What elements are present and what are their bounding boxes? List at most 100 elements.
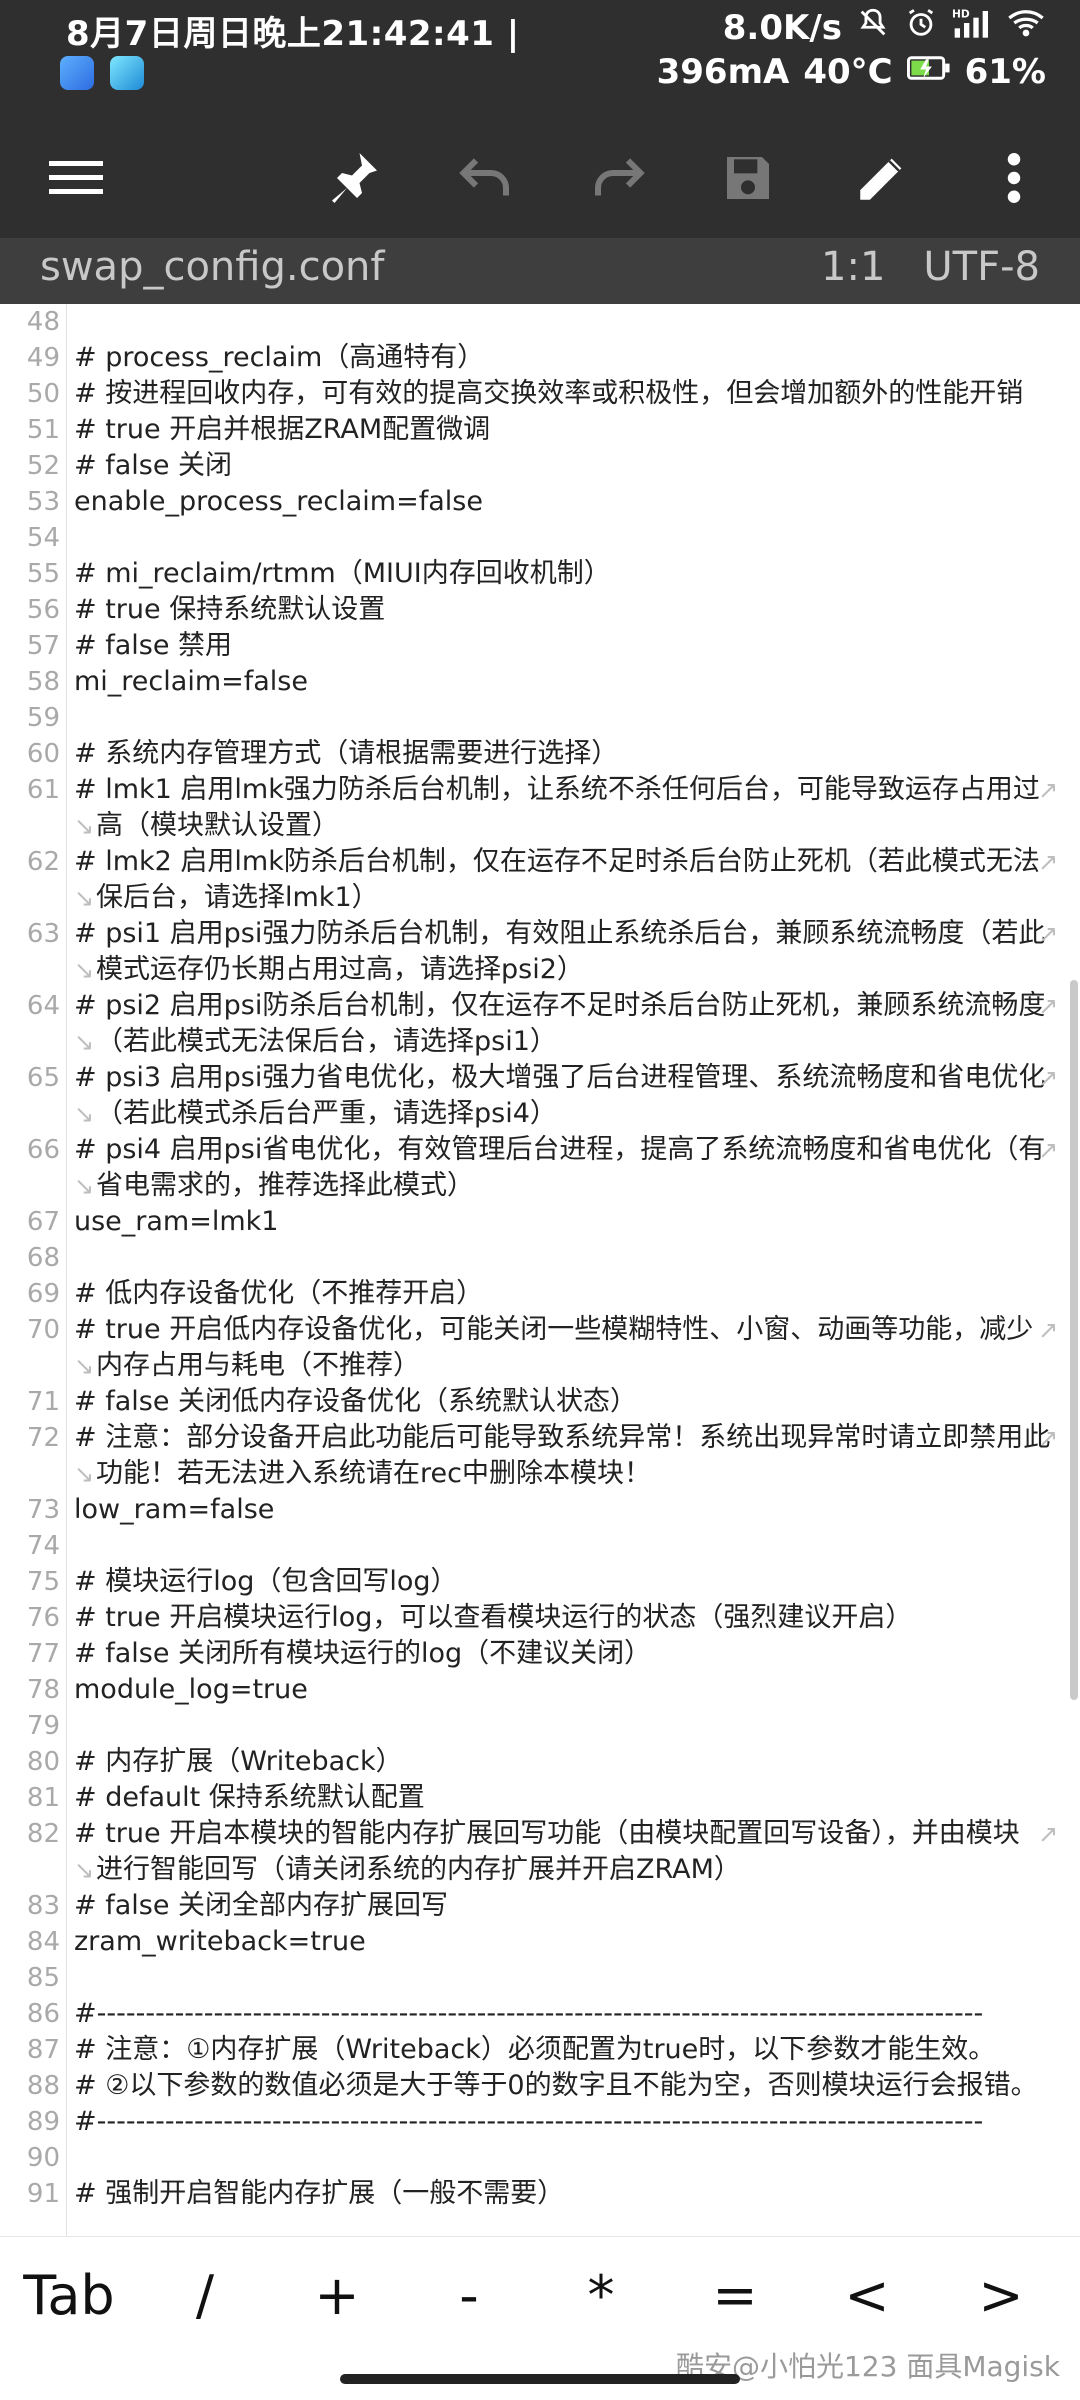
file-encoding[interactable]: UTF-8: [923, 244, 1040, 290]
key-tab[interactable]: Tab: [14, 2251, 124, 2341]
key-equals[interactable]: =: [690, 2251, 780, 2341]
editor-line-continuation[interactable]: 内存占用与耗电（不推荐） ↘: [0, 1348, 1080, 1384]
line-text: # psi2 启用psi防杀后台机制，仅在运存不足时杀后台防止死机，兼顾系统流畅…: [74, 990, 1046, 1021]
line-text: # 按进程回收内存，可有效的提高交换效率或积极性，但会增加额外的性能开销: [74, 378, 1024, 409]
line-text: # true 开启本模块的智能内存扩展回写功能（由模块配置回写设备），并由模块: [74, 1818, 1020, 1849]
editor-line[interactable]: 67 use_ram=lmk1: [0, 1204, 1080, 1240]
line-number: 54: [26, 523, 60, 553]
editor-line[interactable]: 82 # true 开启本模块的智能内存扩展回写功能（由模块配置回写设备），并由模…: [0, 1816, 1080, 1852]
key-asterisk[interactable]: *: [556, 2251, 646, 2341]
editor-line[interactable]: 52 # false 关闭: [0, 448, 1080, 484]
status-right-bottom: 396mA 40°C 61%: [657, 52, 1046, 92]
editor-line-continuation[interactable]: （若此模式无法保后台，请选择psi1） ↘: [0, 1024, 1080, 1060]
editor-line-continuation[interactable]: 省电需求的，推荐选择此模式） ↘: [0, 1168, 1080, 1204]
pin-icon[interactable]: [312, 138, 392, 218]
editor-line[interactable]: 87 # 注意：①内存扩展（Writeback）必须配置为true时，以下参数才能…: [0, 2032, 1080, 2068]
editor-line-continuation[interactable]: 功能！若无法进入系统请在rec中删除本模块！ ↘: [0, 1456, 1080, 1492]
editor-line[interactable]: 64 # psi2 启用psi防杀后台机制，仅在运存不足时杀后台防止死机，兼顾系统…: [0, 988, 1080, 1024]
editor-line[interactable]: 53 enable_process_reclaim=false: [0, 484, 1080, 520]
editor-line-continuation[interactable]: 保后台，请选择lmk1） ↘: [0, 880, 1080, 916]
soft-wrap-icon: ↗: [1038, 920, 1059, 948]
editor-line[interactable]: 69 # 低内存设备优化（不推荐开启）: [0, 1276, 1080, 1312]
editor-line[interactable]: 71 # false 关闭低内存设备优化（系统默认状态）: [0, 1384, 1080, 1420]
editor-line[interactable]: 79: [0, 1708, 1080, 1744]
line-number: 61: [26, 775, 60, 805]
line-number: 75: [26, 1567, 60, 1597]
editor-line[interactable]: 78 module_log=true: [0, 1672, 1080, 1708]
editor-line-continuation[interactable]: 高（模块默认设置） ↘: [0, 808, 1080, 844]
editor-line[interactable]: 91 # 强制开启智能内存扩展（一般不需要）: [0, 2176, 1080, 2212]
key-plus[interactable]: +: [292, 2251, 382, 2341]
editor-line[interactable]: 51 # true 开启并根据ZRAM配置微调: [0, 412, 1080, 448]
cursor-info: 1:1 UTF-8: [783, 244, 1040, 290]
key-minus[interactable]: -: [424, 2251, 514, 2341]
editor-line[interactable]: 66 # psi4 启用psi省电优化，有效管理后台进程，提高了系统流畅度和省电优…: [0, 1132, 1080, 1168]
line-number: 76: [26, 1603, 60, 1633]
save-icon[interactable]: [708, 138, 788, 218]
editor-line-continuation[interactable]: （若此模式杀后台严重，请选择psi4） ↘: [0, 1096, 1080, 1132]
home-indicator[interactable]: [340, 2374, 740, 2384]
key-less-than[interactable]: <: [822, 2251, 912, 2341]
editor-line[interactable]: 58 mi_reclaim=false: [0, 664, 1080, 700]
editor-line[interactable]: 74: [0, 1528, 1080, 1564]
editor-line[interactable]: 62 # lmk2 启用lmk防杀后台机制，仅在运存不足时杀后台防止死机（若此模式…: [0, 844, 1080, 880]
editor-line[interactable]: 57 # false 禁用: [0, 628, 1080, 664]
redo-icon[interactable]: [578, 138, 658, 218]
editor-line-continuation[interactable]: 模式运存仍长期占用过高，请选择psi2） ↘: [0, 952, 1080, 988]
editor-line[interactable]: 89 #-------------------------------------…: [0, 2104, 1080, 2140]
line-number: 53: [26, 487, 60, 517]
undo-icon[interactable]: [446, 138, 526, 218]
scrollbar[interactable]: [1070, 980, 1078, 1700]
editor-line[interactable]: 90: [0, 2140, 1080, 2176]
editor-line[interactable]: 84 zram_writeback=true: [0, 1924, 1080, 1960]
editor-line[interactable]: 54: [0, 520, 1080, 556]
line-text: # true 开启低内存设备优化，可能关闭一些模糊特性、小窗、动画等功能，减少: [74, 1314, 1034, 1345]
editor-line[interactable]: 68: [0, 1240, 1080, 1276]
line-number: 84: [26, 1927, 60, 1957]
line-number: 82: [26, 1819, 60, 1849]
status-right-top: 8.0K/s HD: [723, 6, 1046, 49]
editor-line[interactable]: 75 # 模块运行log（包含回写log）: [0, 1564, 1080, 1600]
editor-line[interactable]: 48: [0, 304, 1080, 340]
key-slash[interactable]: /: [160, 2251, 250, 2341]
line-text: # 系统内存管理方式（请根据需要进行选择）: [74, 738, 619, 769]
line-text: # process_reclaim（高通特有）: [74, 342, 485, 373]
editor-line[interactable]: 65 # psi3 启用psi强力省电优化，极大增强了后台进程管理、系统流畅度和省…: [0, 1060, 1080, 1096]
editor-line[interactable]: 49 # process_reclaim（高通特有）: [0, 340, 1080, 376]
editor-line[interactable]: 61 # lmk1 启用lmk强力防杀后台机制，让系统不杀任何后台，可能导致运存占…: [0, 772, 1080, 808]
file-name: swap_config.conf: [40, 244, 385, 290]
wrap-continuation-icon: ↘: [74, 956, 95, 984]
editor-line-continuation[interactable]: 进行智能回写（请关闭系统的内存扩展并开启ZRAM） ↘: [0, 1852, 1080, 1888]
editor-line[interactable]: 72 # 注意：部分设备开启此功能后可能导致系统异常！系统出现异常时请立即禁用此 ↗: [0, 1420, 1080, 1456]
text-editor[interactable]: 48 49 # process_reclaim（高通特有） 50 # 按进程回收内存，可…: [0, 304, 1080, 2236]
line-number: 71: [26, 1387, 60, 1417]
edit-icon[interactable]: [842, 138, 922, 218]
editor-line[interactable]: 77 # false 关闭所有模块运行的log（不建议关闭）: [0, 1636, 1080, 1672]
soft-wrap-icon: ↗: [1038, 992, 1059, 1020]
editor-line[interactable]: 50 # 按进程回收内存，可有效的提高交换效率或积极性，但会增加额外的性能开销: [0, 376, 1080, 412]
editor-line[interactable]: 88 # ②以下参数的数值必须是大于等于0的数字且不能为空，否则模块运行会报错。: [0, 2068, 1080, 2104]
key-greater-than[interactable]: >: [956, 2251, 1046, 2341]
menu-icon[interactable]: [36, 138, 116, 218]
line-number: 91: [26, 2179, 60, 2209]
editor-line[interactable]: 83 # false 关闭全部内存扩展回写: [0, 1888, 1080, 1924]
line-number: 80: [26, 1747, 60, 1777]
line-number: 64: [26, 991, 60, 1021]
editor-line[interactable]: 60 # 系统内存管理方式（请根据需要进行选择）: [0, 736, 1080, 772]
editor-line[interactable]: 73 low_ram=false: [0, 1492, 1080, 1528]
editor-line[interactable]: 55 # mi_reclaim/rtmm（MIUI内存回收机制）: [0, 556, 1080, 592]
editor-line[interactable]: 76 # true 开启模块运行log，可以查看模块运行的状态（强烈建议开启）: [0, 1600, 1080, 1636]
line-text: 高（模块默认设置）: [96, 810, 339, 841]
editor-line[interactable]: 70 # true 开启低内存设备优化，可能关闭一些模糊特性、小窗、动画等功能，减…: [0, 1312, 1080, 1348]
editor-line[interactable]: 56 # true 保持系统默认设置: [0, 592, 1080, 628]
editor-line[interactable]: 63 # psi1 启用psi强力防杀后台机制，有效阻止系统杀后台，兼顾系统流畅度…: [0, 916, 1080, 952]
editor-line[interactable]: 85: [0, 1960, 1080, 1996]
more-icon[interactable]: [974, 138, 1054, 218]
editor-line[interactable]: 80 # 内存扩展（Writeback）: [0, 1744, 1080, 1780]
editor-line[interactable]: 86 #-------------------------------------…: [0, 1996, 1080, 2032]
editor-line[interactable]: 59: [0, 700, 1080, 736]
line-text: mi_reclaim=false: [74, 666, 308, 697]
editor-line[interactable]: 81 # default 保持系统默认配置: [0, 1780, 1080, 1816]
soft-wrap-icon: ↗: [1038, 1136, 1059, 1164]
line-number: 83: [26, 1891, 60, 1921]
